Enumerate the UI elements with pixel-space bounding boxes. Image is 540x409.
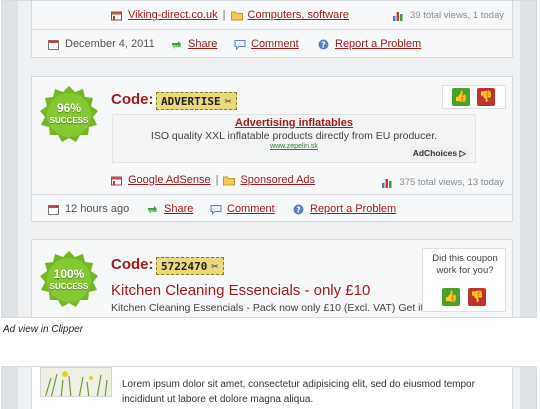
store-icon: [111, 175, 122, 186]
page-rail-right: [520, 367, 536, 409]
views-text: 39 total views, 1 today: [410, 10, 504, 21]
comment-item[interactable]: Comment: [234, 38, 299, 50]
success-label: SUCCESS: [49, 116, 89, 125]
vote-box: Did this coupon work for you? 👍 👎: [422, 248, 506, 312]
coupon-meta-row: Google AdSense | Sponsored Ads: [111, 174, 315, 186]
report-link[interactable]: Report a Problem: [335, 38, 421, 50]
comment-link[interactable]: Comment: [227, 203, 275, 215]
adchoices-label: AdChoices: [412, 148, 458, 158]
success-percent: 96%: [56, 101, 82, 115]
svg-text:?: ?: [321, 40, 326, 49]
meta-separator: |: [222, 9, 226, 21]
success-badge: 100% SUCCESS: [39, 250, 99, 310]
category-link[interactable]: Sponsored Ads: [240, 174, 315, 186]
coupon-footer: 12 hours ago Share Comment ? Report a Pr…: [32, 195, 512, 223]
coupon-title[interactable]: Kitchen Cleaning Essencials - only £10: [111, 282, 370, 299]
help-icon: ?: [318, 39, 329, 50]
thumbs-down-icon[interactable]: 👎: [477, 88, 495, 106]
flower-image: [41, 368, 111, 396]
views-text: 375 total views, 13 today: [399, 177, 504, 188]
folder-icon: [223, 175, 236, 186]
code-label: Code:: [111, 91, 154, 108]
page-rail-left: [2, 367, 18, 409]
share-link[interactable]: Share: [164, 203, 193, 215]
share-item[interactable]: Share: [147, 203, 193, 215]
views-stat: 39 total views, 1 today: [393, 10, 504, 21]
adsense-unit[interactable]: Advertising inflatables ISO quality XXL …: [112, 114, 476, 163]
share-item[interactable]: Share: [171, 38, 217, 50]
coupon-footer: December 4, 2011 Share Comment ? Report …: [32, 30, 512, 58]
coupon-card-top: Viking-direct.co.uk | Computers, softwar…: [31, 1, 513, 58]
page-rail-right: [520, 1, 536, 317]
date-text: 12 hours ago: [65, 203, 130, 215]
ad-title[interactable]: Advertising inflatables: [113, 117, 475, 129]
report-item[interactable]: ? Report a Problem: [318, 38, 421, 50]
store-link[interactable]: Google AdSense: [128, 174, 211, 186]
coupon-description: Kitchen Cleaning Essencials - Pack now o…: [111, 302, 424, 314]
adchoices-button[interactable]: AdChoices ▷: [409, 147, 469, 160]
chart-icon: [393, 10, 404, 21]
comment-icon: [210, 204, 222, 215]
clipper-screenshot: Viking-direct.co.uk | Computers, softwar…: [1, 0, 537, 318]
coupon-code[interactable]: ADVERTISE ✂: [156, 92, 237, 110]
comment-item[interactable]: Comment: [210, 203, 275, 215]
svg-text:?: ?: [296, 205, 301, 214]
thumbs-down-icon[interactable]: 👎: [468, 288, 486, 306]
success-badge: 96% SUCCESS: [39, 85, 99, 145]
share-icon: [147, 204, 158, 215]
folder-icon: [230, 10, 243, 21]
thumbs-up-icon[interactable]: 👍: [442, 288, 460, 306]
report-item[interactable]: ? Report a Problem: [293, 203, 396, 215]
meta-separator: |: [215, 174, 219, 186]
coupon-card-kitchen: 100% SUCCESS Code: 5722470 ✂ Kitchen Cle…: [31, 239, 513, 317]
views-stat: 375 total views, 13 today: [382, 177, 504, 188]
share-icon: [171, 39, 182, 50]
ad-description: ISO quality XXL inflatable products dire…: [150, 130, 438, 142]
scissors-icon: ✂: [211, 259, 219, 273]
content-screenshot: Lorem ipsum dolor sit amet, consectetur …: [1, 366, 537, 409]
scissors-icon: ✂: [224, 94, 232, 108]
store-link[interactable]: Viking-direct.co.uk: [128, 9, 218, 21]
vote-question: Did this coupon work for you?: [432, 253, 498, 276]
coupon-meta-row: Viking-direct.co.uk | Computers, softwar…: [111, 9, 349, 21]
comment-link[interactable]: Comment: [251, 38, 299, 50]
post-thumbnail[interactable]: [40, 367, 112, 397]
chart-icon: [382, 177, 393, 188]
success-label: SUCCESS: [49, 282, 89, 291]
coupon-code[interactable]: 5722470 ✂: [156, 257, 224, 275]
page-rail-left: [2, 1, 18, 317]
date-item: December 4, 2011: [48, 38, 155, 50]
coupon-card-ad: 96% SUCCESS Code: ADVERTISE ✂ 👍 👎 Advert…: [31, 76, 513, 222]
coupon-code-text: ADVERTISE: [161, 94, 221, 108]
comment-icon: [234, 39, 246, 50]
store-icon: [111, 10, 122, 21]
figure-caption: Ad view in Clipper: [3, 324, 84, 335]
calendar-icon: [48, 204, 59, 215]
post-card: Lorem ipsum dolor sit amet, consectetur …: [31, 367, 513, 409]
date-item: 12 hours ago: [48, 203, 129, 215]
calendar-icon: [48, 39, 59, 50]
share-link[interactable]: Share: [188, 38, 217, 50]
success-badge-shape: [40, 86, 98, 142]
code-label: Code:: [111, 256, 154, 273]
category-link[interactable]: Computers, software: [248, 9, 349, 21]
date-text: December 4, 2011: [65, 38, 155, 50]
thumbs-up-icon[interactable]: 👍: [452, 88, 470, 106]
help-icon: ?: [293, 204, 304, 215]
success-percent: 100%: [53, 267, 85, 281]
report-link[interactable]: Report a Problem: [310, 203, 396, 215]
vote-box: 👍 👎: [442, 85, 506, 109]
post-excerpt: Lorem ipsum dolor sit amet, consectetur …: [122, 379, 475, 405]
coupon-code-text: 5722470: [161, 259, 208, 273]
